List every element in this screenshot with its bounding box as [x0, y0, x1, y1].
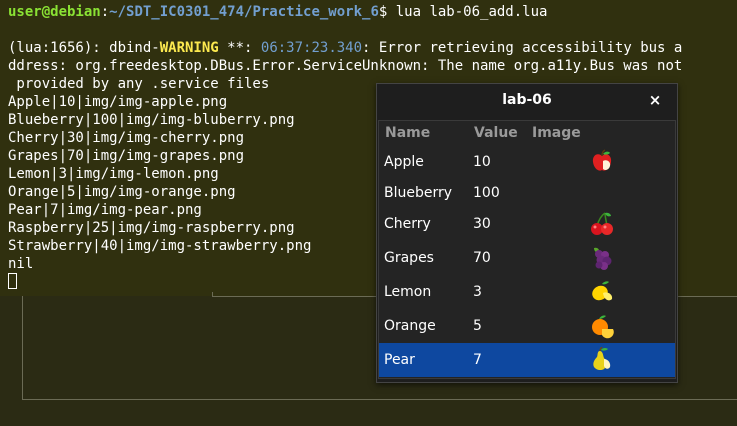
- item-value: 7: [473, 352, 482, 368]
- item-value: 30: [473, 216, 491, 232]
- grapes-icon: [594, 247, 612, 270]
- prompt-line: user@debian:~/SDT_IC0301_474/Practice_wo…: [8, 3, 547, 21]
- item-value: 70: [473, 250, 491, 266]
- warning-line-3: provided by any .service files: [8, 76, 270, 92]
- list-item[interactable]: Blueberry 100: [379, 179, 675, 207]
- prompt-separator: :: [100, 4, 110, 20]
- frame-border-bottom: [22, 399, 737, 400]
- output-line: Apple|10|img/img-apple.png: [8, 94, 228, 110]
- apple-icon: [592, 149, 612, 171]
- warning-label: WARNING: [159, 40, 219, 56]
- dialog-titlebar[interactable]: lab-06 ×: [377, 84, 677, 118]
- list-rows: Apple 10 Blueberry 100 Cherry 30 Grapes …: [379, 145, 675, 379]
- item-name: Lemon: [384, 284, 432, 300]
- prompt-symbol: $: [378, 4, 396, 20]
- item-value: 100: [473, 185, 500, 201]
- terminal-cursor: [8, 273, 17, 289]
- item-name: Blueberry: [384, 185, 453, 201]
- frame-border-stub: [212, 292, 213, 297]
- column-header-value[interactable]: Value: [474, 125, 518, 141]
- list-item[interactable]: Orange 5: [379, 309, 675, 343]
- output-line: Strawberry|40|img/img-strawberry.png: [8, 238, 312, 254]
- lemon-icon: [592, 281, 613, 301]
- output-line: Cherry|30|img/img-cherry.png: [8, 130, 245, 146]
- fruit-list[interactable]: Name Value Image Apple 10 Blueberry 100: [378, 120, 676, 379]
- warning-line-2: ddress: org.freedesktop.DBus.Error.Servi…: [8, 58, 683, 74]
- warning-rest: : Error retrieving accessibility bus a: [362, 40, 683, 56]
- list-item[interactable]: Lemon 3: [379, 275, 675, 309]
- warning-mid: **:: [218, 40, 261, 56]
- item-value: 3: [473, 284, 482, 300]
- prompt-path: ~/SDT_IC0301_474/Practice_work_6: [109, 4, 379, 20]
- command-text: lua lab-06_add.lua: [395, 4, 548, 20]
- item-name: Orange: [384, 318, 436, 334]
- item-value: 10: [473, 154, 491, 170]
- column-header-image[interactable]: Image: [532, 125, 581, 141]
- list-item[interactable]: Cherry 30: [379, 207, 675, 241]
- item-value: 5: [473, 318, 482, 334]
- list-item[interactable]: Pear 7: [379, 343, 675, 377]
- item-name: Grapes: [384, 250, 434, 266]
- column-header-name[interactable]: Name: [385, 125, 430, 141]
- output-line: Grapes|70|img/img-grapes.png: [8, 148, 245, 164]
- output-line: Raspberry|25|img/img-raspberry.png: [8, 220, 295, 236]
- warning-prefix: (lua:1656): dbind-: [8, 40, 160, 56]
- frame-border-left: [22, 296, 23, 399]
- raspberry-icon: [589, 376, 615, 379]
- list-item-partial[interactable]: [379, 376, 675, 379]
- list-item[interactable]: Grapes 70: [379, 241, 675, 275]
- pear-icon: [593, 347, 611, 371]
- list-header: Name Value Image: [379, 121, 675, 145]
- list-item[interactable]: Apple 10: [379, 145, 675, 179]
- item-name: Pear: [384, 352, 415, 368]
- output-line: Orange|5|img/img-orange.png: [8, 184, 236, 200]
- output-line: Blueberry|100|img/img-bluberry.png: [8, 112, 295, 128]
- output-line: nil: [8, 256, 34, 272]
- orange-icon: [592, 315, 614, 339]
- output-line: Pear|7|img/img-pear.png: [8, 202, 202, 218]
- dialog-title: lab-06: [502, 92, 552, 108]
- item-name: Apple: [384, 154, 424, 170]
- cherry-icon: [591, 212, 613, 235]
- warning-line: (lua:1656): dbind-WARNING **: 06:37:23.3…: [8, 39, 682, 57]
- prompt-user: user@debian: [8, 4, 101, 20]
- close-button[interactable]: ×: [645, 90, 665, 110]
- output-line: Lemon|3|img/img-lemon.png: [8, 166, 219, 182]
- warning-time: 06:37:23.340: [260, 40, 363, 56]
- lab-06-dialog[interactable]: lab-06 × Name Value Image Apple 10 Blueb…: [376, 83, 678, 383]
- item-name: Cherry: [384, 216, 431, 232]
